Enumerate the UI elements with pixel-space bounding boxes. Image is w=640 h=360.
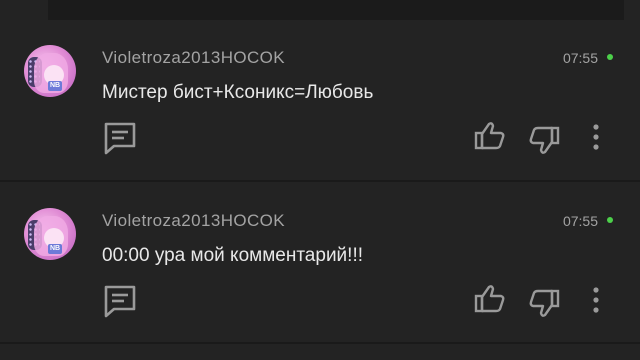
comment-username[interactable]: Violetroza2013HOCOK bbox=[102, 211, 285, 231]
comment-text: 00:00 ура мой комментарий!!! bbox=[102, 245, 364, 266]
comment-time: 07:55 bbox=[562, 213, 598, 229]
avatar-badge: NB bbox=[48, 81, 62, 91]
comment-time: 07:55 bbox=[562, 50, 598, 66]
avatar[interactable]: NB bbox=[24, 208, 76, 260]
online-status-dot bbox=[607, 217, 613, 223]
comment-username[interactable]: Violetroza2013HOCOK bbox=[102, 48, 285, 68]
comments-screen: NB Violetroza2013HOCOK 07:55 Мистер бист… bbox=[0, 0, 640, 360]
more-vertical-icon[interactable] bbox=[578, 283, 614, 319]
thumbs-down-icon[interactable] bbox=[526, 124, 562, 160]
comment-item: NB Violetroza2013HOCOK 07:55 00:00 ура м… bbox=[0, 183, 640, 343]
comment-text: Мистер бист+Ксоникс=Любовь bbox=[102, 82, 374, 103]
online-status-dot bbox=[607, 54, 613, 60]
divider bbox=[0, 342, 640, 344]
divider bbox=[0, 180, 640, 182]
thumbs-up-icon[interactable] bbox=[472, 118, 508, 154]
thumbs-up-icon[interactable] bbox=[472, 281, 508, 317]
reply-comment-icon[interactable] bbox=[102, 283, 138, 319]
thumbs-down-icon[interactable] bbox=[526, 287, 562, 323]
top-bar-edge bbox=[0, 0, 640, 20]
more-vertical-icon[interactable] bbox=[578, 120, 614, 156]
comment-item: NB Violetroza2013HOCOK 07:55 Мистер бист… bbox=[0, 20, 640, 180]
avatar-badge: NB bbox=[48, 244, 62, 254]
avatar[interactable]: NB bbox=[24, 45, 76, 97]
reply-comment-icon[interactable] bbox=[102, 120, 138, 156]
